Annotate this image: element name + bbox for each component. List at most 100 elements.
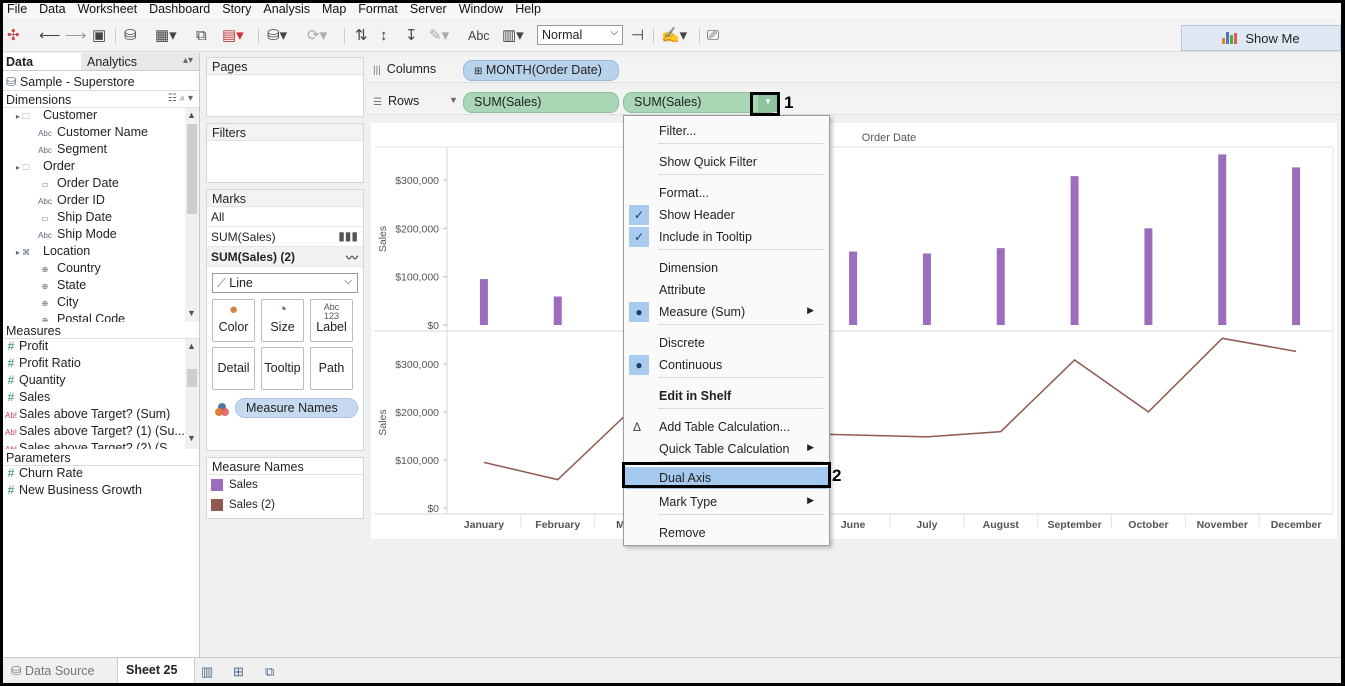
dimension-location[interactable]: ▸ ⌘ Location [3,244,199,261]
dimension-segment[interactable]: Abc Segment [3,142,199,159]
highlight-icon[interactable]: ✎▾ [429,27,449,45]
dimension-order-date[interactable]: ▭ Order Date [3,176,199,193]
dimension-label: Order Date [57,176,119,190]
menu-map[interactable]: Map [318,3,354,19]
show-mark-labels-button[interactable]: Abc [468,27,490,45]
dimension-postal-code[interactable]: ⊕ Postal Code [3,312,199,322]
menu-item-dimension[interactable]: Dimension [625,257,828,279]
refresh-icon[interactable]: ⟳▾ [307,27,327,45]
tab-data-source[interactable]: ⛁ Data Source [3,658,116,683]
sum-sales-pill-1-label: SUM(Sales) [474,95,542,109]
new-datasource-icon[interactable]: ⛁ [124,27,137,45]
marks-all[interactable]: All [207,207,363,227]
legend-item[interactable]: Sales (2) [207,495,363,515]
menu-analysis[interactable]: Analysis [259,3,318,19]
dimension-customer-name[interactable]: Abc Customer Name [3,125,199,142]
rows-shelf[interactable]: ☰ Rows ▼ SUM(Sales) SUM(Sales) ▼ [367,89,1341,115]
menu-item-filter[interactable]: Filter... [625,120,828,142]
size-button[interactable]: ◔ Size [261,299,304,342]
menu-window[interactable]: Window [455,3,511,19]
measure-quantity[interactable]: # Quantity [3,373,199,390]
save-icon[interactable]: ▣ [92,27,106,45]
swap-icon[interactable]: ⇅ [355,27,368,45]
menu-item-show-header[interactable]: ✓ Show Header [625,204,828,226]
undo-icon[interactable]: ⟵ [39,27,61,45]
fit-icon[interactable]: ▥▾ [502,27,524,45]
sum-sales-pill-1[interactable]: SUM(Sales) [463,92,619,113]
label-button[interactable]: Abc 123 Label [310,299,353,342]
tooltip-button[interactable]: Tooltip [261,347,304,390]
menu-item-continuous[interactable]: ● Continuous [625,354,828,376]
parameter-churn-rate[interactable]: # Churn Rate [3,466,199,483]
fit-select[interactable]: Normal ⌵ [537,25,623,45]
dimension-city[interactable]: ⊕ City [3,295,199,312]
search-icon[interactable]: ☷ ⌕ ▾ [168,93,193,104]
duplicate-icon[interactable]: ⧉ [196,27,207,45]
menu-item-remove[interactable]: Remove [625,522,828,544]
measure-names-pill[interactable]: Measure Names [215,398,358,418]
dimension-order-id[interactable]: Abc Order ID [3,193,199,210]
pane-menu-icon[interactable]: ▴▾ [177,53,199,70]
menu-worksheet[interactable]: Worksheet [74,3,146,19]
pause-updates-icon[interactable]: ⛁▾ [267,27,287,45]
menu-story[interactable]: Story [218,3,259,19]
dimension-ship-date[interactable]: ▭ Ship Date [3,210,199,227]
path-button[interactable]: Path [310,347,353,390]
tab-data[interactable]: Data [3,53,81,70]
show-me-button[interactable]: Show Me [1181,25,1341,51]
measure-profit[interactable]: # Profit [3,339,199,356]
marks-sum-sales[interactable]: SUM(Sales) ▮▮▮ [207,227,363,247]
parameter-new-business-growth[interactable]: # New Business Growth [3,483,199,500]
dimension-ship-mode[interactable]: Abc Ship Mode [3,227,199,244]
measure-sales-above-target-1-su[interactable]: Ab! Sales above Target? (1) (Su... [3,424,199,441]
menu-item-format[interactable]: Format... [625,182,828,204]
fix-axes-icon[interactable]: ⊣ [631,27,644,45]
presentation-icon[interactable]: ⎚ [707,27,719,45]
filters-card[interactable]: Filters [206,123,364,183]
menu-dashboard[interactable]: Dashboard [145,3,218,19]
marks-sum-sales-2[interactable]: SUM(Sales) (2) 〰 [207,247,363,267]
new-worksheet-icon[interactable]: ▦▾ [155,27,177,45]
pen-icon[interactable]: ✍▾ [661,27,687,45]
menu-file[interactable]: File [3,3,35,19]
measure-profit-ratio[interactable]: # Profit Ratio [3,356,199,373]
new-story-icon[interactable]: ⧉ [265,664,274,680]
new-dashboard-icon[interactable]: ⊞ [233,664,244,680]
menu-item-include-in-tooltip[interactable]: ✓ Include in Tooltip [625,226,828,248]
menu-format[interactable]: Format [354,3,406,19]
month-order-date-pill[interactable]: ⊞ MONTH(Order Date) [463,60,619,81]
mark-type-select[interactable]: ⟋ Line ⌵ [212,273,358,293]
menu-item-edit-in-shelf[interactable]: Edit in Shelf [625,385,828,407]
legend-item[interactable]: Sales [207,475,363,495]
dimension-order[interactable]: ▸ 🗀 Order [3,159,199,176]
datasource-item[interactable]: ⛁ Sample - Superstore [3,71,199,91]
dimension-customer[interactable]: ▸ 🗀 Customer [3,108,199,125]
menu-item-attribute[interactable]: Attribute [625,279,828,301]
menu-item-quick-table-calculation[interactable]: Quick Table Calculation ▶ [625,438,828,460]
menu-item-show-quick-filter[interactable]: Show Quick Filter [625,151,828,173]
menu-item-discrete[interactable]: Discrete [625,332,828,354]
menu-item-measure-sum[interactable]: ● Measure (Sum) ▶ [625,301,828,323]
color-button[interactable]: ● Color [212,299,255,342]
new-worksheet-icon[interactable]: ▥ [201,664,213,680]
pages-card[interactable]: Pages [206,57,364,117]
chart-view[interactable]: Order Date $0 $100,000 $200,000 $300,000 Sale… [371,123,1337,539]
tab-analytics[interactable]: Analytics [81,53,159,70]
sort-descending-icon[interactable]: ↧ [405,27,418,45]
dimension-state[interactable]: ⊕ State [3,278,199,295]
menu-item-mark-type[interactable]: Mark Type ▶ [625,491,828,513]
redo-icon[interactable]: ⟶ [65,27,87,45]
measure-sales[interactable]: # Sales [3,390,199,407]
sort-ascending-icon[interactable]: ↕ [380,27,388,45]
detail-button[interactable]: Detail [212,347,255,390]
tab-sheet-25[interactable]: Sheet 25 [117,658,195,683]
measure-sales-above-target-2-s[interactable]: Ab!Sales above Target? (2) (S... [3,441,199,449]
menu-server[interactable]: Server [406,3,455,19]
menu-help[interactable]: Help [511,3,549,19]
dimension-country[interactable]: ⊕ Country [3,261,199,278]
measure-sales-above-target-sum[interactable]: Ab! Sales above Target? (Sum) [3,407,199,424]
menu-item-add-table-calculation[interactable]: Δ Add Table Calculation... [625,416,828,438]
columns-shelf[interactable]: ||| Columns ⊞ MONTH(Order Date) [367,57,1341,83]
menu-data[interactable]: Data [35,3,73,19]
clear-sheet-icon[interactable]: ▤▾ [222,27,244,45]
